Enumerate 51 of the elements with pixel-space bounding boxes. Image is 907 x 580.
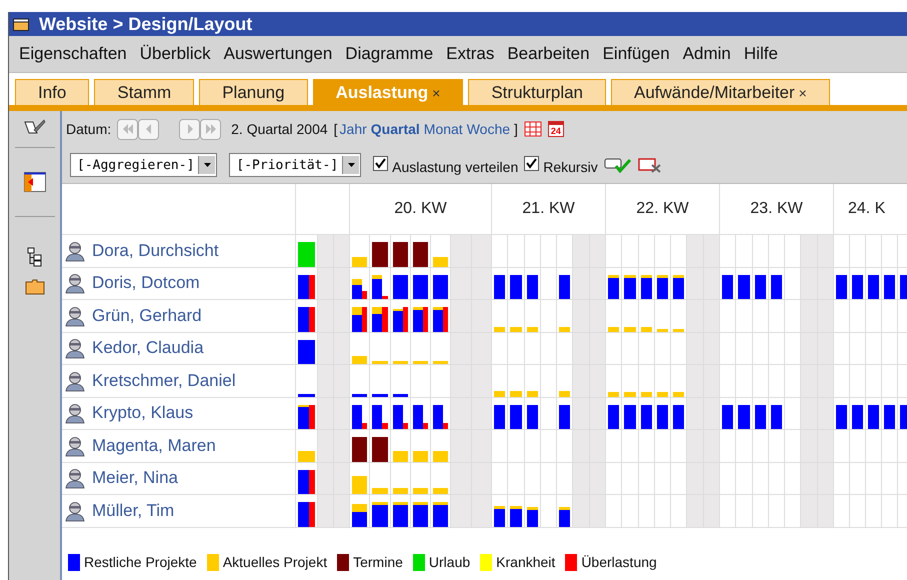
menu-item[interactable]: Auswertungen	[224, 44, 332, 64]
week-label: 20. KW	[394, 200, 447, 218]
legend-label: Überlastung	[581, 554, 657, 570]
legend-label: Termine	[353, 554, 403, 570]
tab[interactable]: Aufwände/Mitarbeiter ×	[611, 79, 830, 105]
menu-item[interactable]: Überblick	[140, 44, 211, 64]
date-label: Datum:	[66, 121, 112, 137]
calendar-icon[interactable]: 24	[548, 121, 564, 137]
tab[interactable]: Info	[15, 79, 90, 105]
legend-label: Restliche Projekte	[84, 554, 197, 570]
employee-link[interactable]: Meier, Nina	[92, 468, 178, 488]
tab[interactable]: Auslastung ×	[312, 79, 464, 105]
window-title: Website > Design/Layout	[39, 14, 252, 34]
menu-item[interactable]: Einfügen	[602, 44, 670, 64]
dropdown[interactable]: [-Aggregieren-]	[70, 153, 218, 177]
employee-link[interactable]: Kedor, Claudia	[92, 338, 204, 358]
period-link[interactable]: Woche	[466, 121, 510, 137]
week-label: 22. KW	[636, 200, 689, 218]
period-link[interactable]: Quartal	[370, 121, 420, 137]
close-icon[interactable]: ×	[432, 84, 440, 100]
menu-item[interactable]: Diagramme	[345, 44, 434, 64]
employee-link[interactable]: Magenta, Maren	[92, 436, 216, 456]
legend-label: Krankheit	[496, 554, 556, 570]
checkbox-label: Auslastung verteilen	[392, 158, 518, 174]
tab[interactable]: Stamm	[94, 79, 194, 105]
week-label: 23. KW	[750, 200, 803, 218]
legend-label: Urlaub	[428, 554, 470, 570]
tab[interactable]: Planung	[199, 79, 308, 105]
close-icon[interactable]: ×	[798, 84, 807, 100]
checkbox-label: Rekursiv	[543, 158, 598, 174]
employee-link[interactable]: Müller, Tim	[92, 500, 174, 521]
week-label: 21. KW	[522, 200, 575, 218]
week-label: 24. K	[848, 200, 886, 218]
menu-item[interactable]: Admin	[682, 44, 731, 64]
employee-link[interactable]: Dora, Durchsicht	[92, 240, 219, 261]
menu-item[interactable]: Bearbeiten	[507, 44, 590, 64]
employee-link[interactable]: Grün, Gerhard	[92, 306, 202, 326]
period-link[interactable]: Jahr	[340, 121, 367, 137]
bracket-text: ]	[514, 121, 518, 137]
menu-item[interactable]: Extras	[446, 44, 494, 64]
bracket-text: [	[334, 121, 338, 137]
employee-link[interactable]: Krypto, Klaus	[92, 403, 194, 424]
employee-link[interactable]: Kretschmer, Daniel	[92, 370, 236, 391]
menu-item[interactable]: Hilfe	[744, 44, 778, 64]
employee-link[interactable]: Doris, Dotcom	[92, 273, 200, 294]
period-text: 2. Quartal 2004	[231, 121, 328, 137]
menu-item[interactable]: Eigenschaften	[19, 44, 127, 64]
period-link[interactable]: Monat	[424, 121, 463, 137]
legend-label: Aktuelles Projekt	[222, 554, 328, 570]
tab[interactable]: Strukturplan	[468, 79, 606, 105]
dropdown[interactable]: [-Priorität-]	[229, 153, 362, 177]
